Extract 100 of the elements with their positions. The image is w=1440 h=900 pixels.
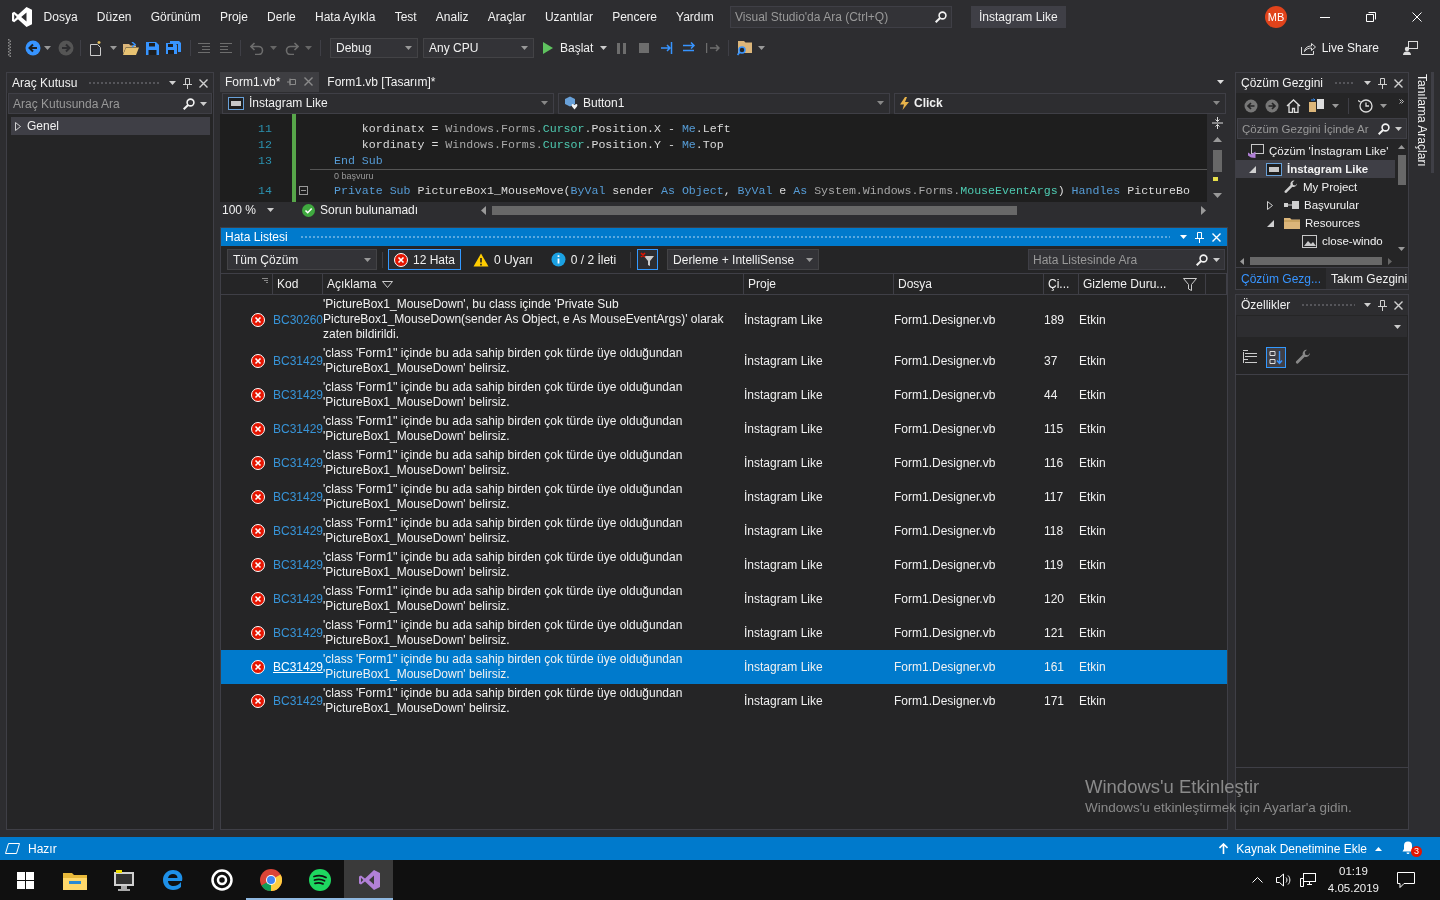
clear-filter-icon[interactable] xyxy=(637,249,659,270)
redo-icon[interactable] xyxy=(285,41,299,55)
clock-time[interactable]: 01:19 xyxy=(1339,863,1368,880)
new-file-icon[interactable] xyxy=(89,40,103,56)
expanded-arrow-icon[interactable] xyxy=(1267,219,1274,227)
tree-item[interactable]: İnstagram Like xyxy=(1236,160,1395,178)
tree-item[interactable]: Resources xyxy=(1236,214,1395,232)
save-icon[interactable] xyxy=(146,41,159,55)
project-dropdown[interactable]: İnstagram Like xyxy=(222,92,554,114)
scroll-left-icon[interactable] xyxy=(481,205,486,215)
scroll-right-icon[interactable] xyxy=(1388,257,1392,265)
pin-icon[interactable] xyxy=(1378,299,1387,311)
error-code-link[interactable]: BC31429 xyxy=(273,456,324,470)
speaker-icon[interactable] xyxy=(1275,873,1292,887)
panel-menu-icon[interactable] xyxy=(1364,81,1371,85)
parallelogram-icon[interactable] xyxy=(5,843,20,854)
caret-up-icon[interactable] xyxy=(1375,846,1382,851)
pin-icon[interactable] xyxy=(183,77,192,89)
search-input[interactable]: Visual Studio'da Ara (Ctrl+Q) xyxy=(735,8,930,26)
folder-search-icon[interactable] xyxy=(737,40,754,56)
scrollbar-thumb[interactable] xyxy=(1250,257,1382,265)
search-icon[interactable] xyxy=(1196,253,1208,266)
search-input[interactable]: Araç Kutusunda Ara xyxy=(13,94,178,113)
search-box[interactable]: Çözüm Gezgini İçinde Ar xyxy=(1237,118,1407,139)
start-button[interactable]: Başlat xyxy=(541,41,610,55)
restore-icon[interactable] xyxy=(1366,12,1376,22)
scroll-right-icon[interactable] xyxy=(1201,205,1206,215)
step-into-icon[interactable] xyxy=(661,42,675,54)
tree-item[interactable]: My Project xyxy=(1236,178,1395,196)
menu-item[interactable]: Dosya xyxy=(34,8,88,26)
open-folder-icon[interactable] xyxy=(123,41,139,55)
network-icon[interactable] xyxy=(1299,873,1316,887)
clock-date[interactable]: 4.05.2019 xyxy=(1327,880,1379,897)
search-box[interactable]: Visual Studio'da Ara (Ctrl+Q) xyxy=(730,6,952,28)
sort-descending-icon[interactable] xyxy=(382,280,394,288)
error-code-link[interactable]: BC31429 xyxy=(273,354,324,368)
caret-icon[interactable] xyxy=(1380,103,1387,108)
save-all-icon[interactable] xyxy=(166,40,181,56)
column-header[interactable]: Açıklama xyxy=(323,274,744,294)
tree-item[interactable]: Başvurular xyxy=(1236,196,1395,214)
caret-icon[interactable] xyxy=(1332,103,1339,108)
source-dropdown[interactable]: Derleme + IntelliSense xyxy=(667,249,820,270)
step-out-icon[interactable] xyxy=(706,42,721,54)
scroll-up-icon[interactable] xyxy=(1398,145,1405,149)
scrollbar-thumb[interactable] xyxy=(1397,155,1406,185)
error-code-link[interactable]: BC31429 xyxy=(273,422,324,436)
forward-icon[interactable] xyxy=(1265,98,1279,113)
pause-icon[interactable] xyxy=(617,42,627,54)
menu-item[interactable]: Pencere xyxy=(602,8,667,26)
step-over-icon[interactable] xyxy=(683,42,698,54)
tree-item[interactable]: close-windo xyxy=(1236,232,1395,250)
error-row[interactable]: BC31429'class 'Form1'' içinde bu ada sahip birden çok türde üye olduğundan 'PictureBox1_MouseDown' belirsiz. İnstagram Like Form1.Designer.vb 116 Etkin xyxy=(221,446,1227,480)
configuration-dropdown[interactable]: Debug xyxy=(330,38,418,58)
scrollbar-thumb[interactable] xyxy=(492,205,1017,215)
warnings-filter-button[interactable]: 0 Uyarı xyxy=(467,249,539,270)
caret-icon[interactable] xyxy=(1213,257,1220,262)
dock-tab[interactable]: Tanılama Araçları xyxy=(1413,72,1434,173)
error-row[interactable]: BC31429'class 'Form1'' içinde bu ada sahip birden çok türde üye olduğundan 'PictureBox1_MouseDown' belirsiz. İnstagram Like Form1.Designer.vb 121 Etkin xyxy=(221,616,1227,650)
toolbox-group[interactable]: Genel xyxy=(11,117,210,135)
source-control-button[interactable]: Kaynak Denetimine Ekle xyxy=(1219,841,1382,856)
menu-item[interactable]: Yardım xyxy=(666,8,724,26)
error-row[interactable]: BC31429'class 'Form1'' içinde bu ada sahip birden çok türde üye olduğundan 'PictureBox1_MouseDown' belirsiz. İnstagram Like Form1.Designer.vb 120 Etkin xyxy=(221,582,1227,616)
error-row[interactable]: BC31429'class 'Form1'' içinde bu ada sahip birden çok türde üye olduğundan 'PictureBox1_MouseDown' belirsiz. İnstagram Like Form1.Designer.vb 44 Etkin xyxy=(221,378,1227,412)
editor-tab[interactable]: Form1.vb [Tasarım]* xyxy=(322,72,442,92)
close-icon[interactable] xyxy=(199,78,208,88)
column-header[interactable]: Kod xyxy=(273,274,323,294)
clock-icon[interactable] xyxy=(1358,98,1373,113)
error-code-link[interactable]: BC31429 xyxy=(273,524,324,538)
column-header[interactable]: Dosya xyxy=(894,274,1044,294)
caret-icon[interactable] xyxy=(200,101,207,106)
error-row[interactable]: BC31429'class 'Form1'' içinde bu ada sahip birden çok türde üye olduğundan 'PictureBox1_MouseDown' belirsiz. İnstagram Like Form1.Designer.vb 118 Etkin xyxy=(221,514,1227,548)
error-row[interactable]: BC31429'class 'Form1'' içinde bu ada sahip birden çok türde üye olduğundan 'PictureBox1_MouseDown' belirsiz. İnstagram Like Form1.Designer.vb 117 Etkin xyxy=(221,480,1227,514)
panel-menu-icon[interactable] xyxy=(1180,235,1187,239)
undo-icon[interactable] xyxy=(250,41,264,55)
minimize-icon[interactable] xyxy=(1320,16,1330,18)
live-share-button[interactable]: Live Share xyxy=(1300,41,1379,55)
scope-dropdown[interactable]: Tüm Çözüm xyxy=(227,249,377,270)
error-row[interactable]: BC31429'class 'Form1'' içinde bu ada sahip birden çok türde üye olduğundan 'PictureBox1_MouseDown' belirsiz. İnstagram Like Form1.Designer.vb 115 Etkin xyxy=(221,412,1227,446)
caret-icon[interactable] xyxy=(44,46,51,50)
panel-menu-icon[interactable] xyxy=(169,81,176,85)
error-row[interactable]: BC31429'class 'Form1'' içinde bu ada sahip birden çok türde üye olduğundan 'PictureBox1_MouseDown' belirsiz. İnstagram Like Form1.Designer.vb 161 Etkin xyxy=(221,650,1227,684)
menu-item[interactable]: Analiz xyxy=(426,8,479,26)
close-icon[interactable] xyxy=(1394,300,1403,310)
collapsed-arrow-icon[interactable] xyxy=(1267,200,1273,210)
error-code-link[interactable]: BC31429 xyxy=(273,490,324,504)
error-code-link[interactable]: BC31429 xyxy=(273,558,324,572)
reference-count[interactable]: 0 başvuru xyxy=(334,170,374,181)
error-code-link[interactable]: BC31429 xyxy=(273,592,324,606)
search-icon[interactable] xyxy=(183,97,195,110)
menu-item[interactable]: Düzen xyxy=(87,8,142,26)
scroll-down-icon[interactable] xyxy=(1213,192,1222,198)
column-header[interactable]: Proje xyxy=(744,274,894,294)
splitter-icon[interactable] xyxy=(1212,116,1223,129)
panel-tab[interactable]: Çözüm Gezg... xyxy=(1236,268,1327,289)
scroll-up-icon[interactable] xyxy=(1213,136,1222,142)
search-box[interactable]: Hata Listesinde Ara xyxy=(1028,249,1225,270)
expanded-arrow-icon[interactable] xyxy=(1249,165,1256,173)
menu-item[interactable]: Uzantılar xyxy=(535,8,603,26)
platform-dropdown[interactable]: Any CPU xyxy=(423,38,534,58)
indent-icon[interactable] xyxy=(198,42,210,54)
